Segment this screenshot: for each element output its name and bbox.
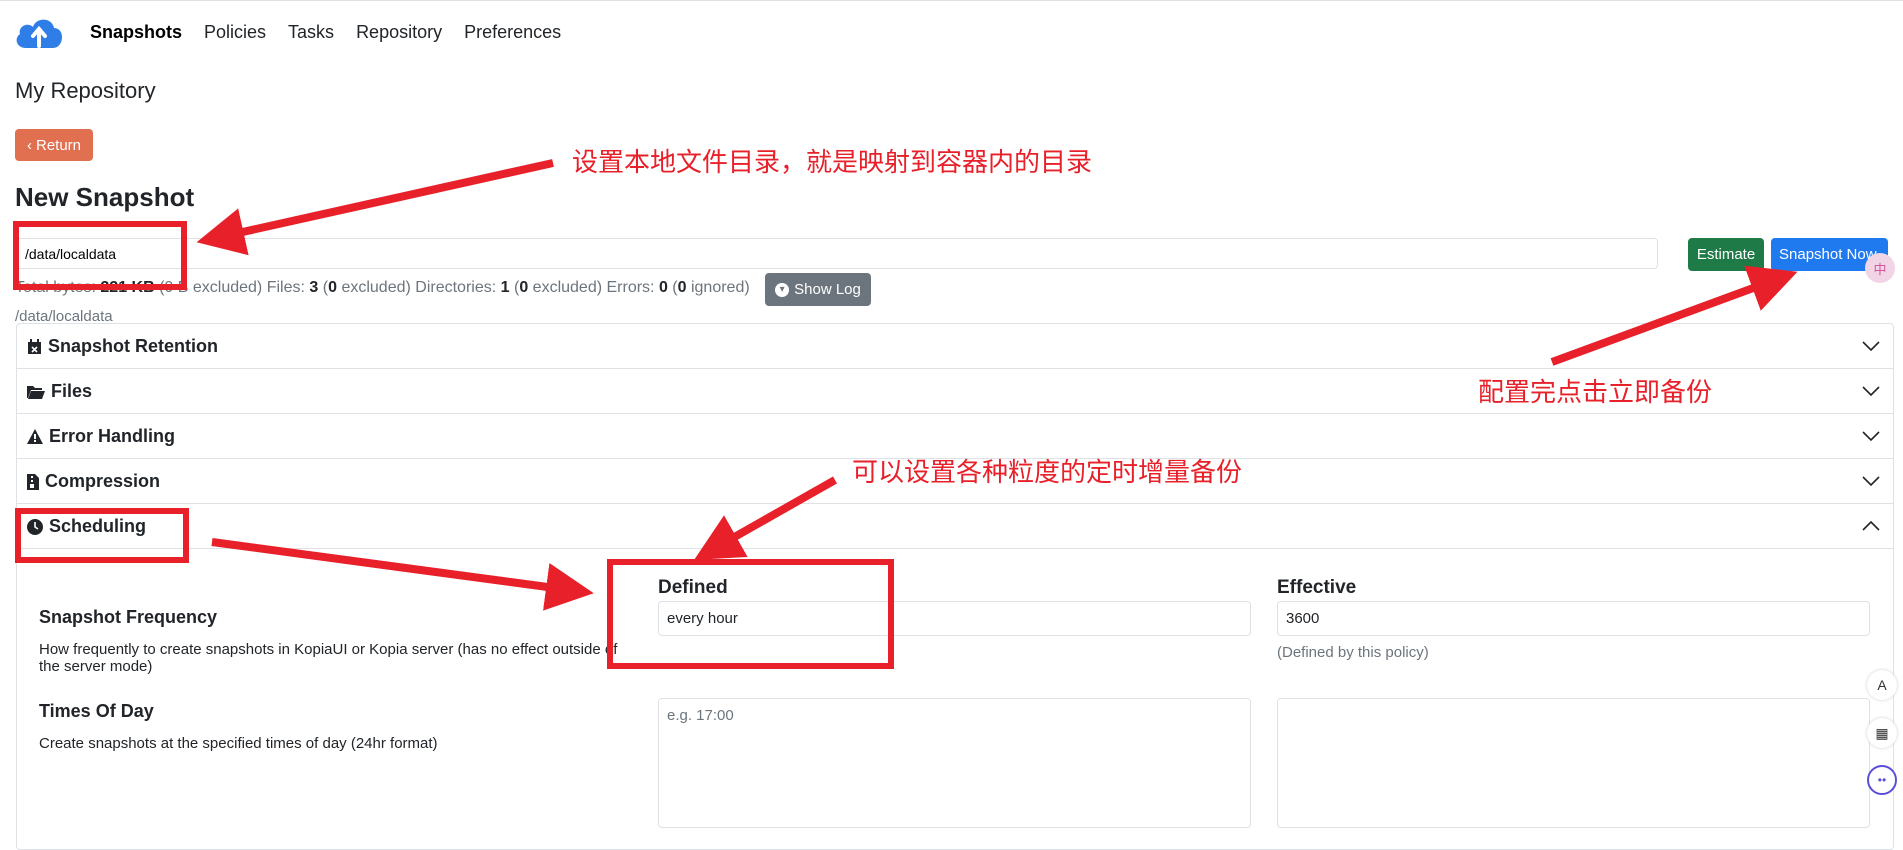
section-snapshot-retention[interactable]: Snapshot Retention bbox=[17, 324, 1893, 369]
files-label: Files: bbox=[266, 279, 305, 296]
arrow-to-path bbox=[196, 159, 554, 256]
section-scheduling[interactable]: Scheduling bbox=[17, 504, 1893, 549]
calendar-icon bbox=[28, 338, 41, 354]
dirs-value: 1 bbox=[500, 279, 510, 296]
return-label: Return bbox=[35, 136, 82, 154]
estimate-button[interactable]: Estimate bbox=[1688, 238, 1764, 271]
times-of-day-effective bbox=[1277, 698, 1870, 828]
scheduling-body: Defined Effective Snapshot Frequency How… bbox=[17, 549, 1893, 849]
chevron-down-icon bbox=[1862, 476, 1880, 487]
frequency-defined-field[interactable]: every hour bbox=[658, 601, 1251, 636]
times-of-day-title: Times Of Day bbox=[39, 701, 154, 721]
annotation-snapshot-note: 配置完点击立即备份 bbox=[1478, 378, 1713, 408]
translate-badge-icon[interactable]: 中 bbox=[1865, 253, 1895, 283]
errors-ignored: 0 bbox=[677, 279, 687, 296]
file-zip-icon bbox=[27, 473, 39, 490]
chevron-down-icon bbox=[1862, 341, 1880, 352]
assistant-icon[interactable]: •• bbox=[1867, 765, 1897, 795]
section-label: Files bbox=[51, 381, 93, 401]
folder-open-icon bbox=[27, 385, 45, 399]
show-log-label: Show Log bbox=[794, 281, 861, 298]
show-log-button[interactable]: ▾ Show Log bbox=[765, 273, 871, 306]
dirs-label: Directories: bbox=[415, 279, 497, 296]
files-excluded: 0 bbox=[328, 279, 337, 296]
clock-icon bbox=[27, 518, 43, 535]
chevron-down-icon bbox=[1862, 431, 1880, 442]
main-nav: Snapshots Policies Tasks Repository Pref… bbox=[90, 22, 561, 43]
times-of-day-input[interactable]: e.g. 17:00 bbox=[658, 698, 1251, 828]
apps-grid-icon[interactable]: ▦ bbox=[1867, 718, 1897, 748]
nav-tasks[interactable]: Tasks bbox=[288, 22, 334, 43]
defined-header: Defined bbox=[658, 577, 728, 598]
warning-icon bbox=[27, 429, 43, 444]
snapshot-path-input[interactable] bbox=[16, 238, 1658, 269]
section-label: Error Handling bbox=[49, 426, 176, 446]
bytes-label: Total bytes: bbox=[15, 279, 96, 296]
nav-snapshots[interactable]: Snapshots bbox=[90, 22, 182, 43]
nav-repository[interactable]: Repository bbox=[356, 22, 442, 43]
errors-value: 0 bbox=[658, 279, 668, 296]
annotation-schedule-note: 可以设置各种粒度的定时增量备份 bbox=[852, 458, 1243, 488]
snapshot-frequency-desc: How frequently to create snapshots in Ko… bbox=[39, 641, 618, 675]
nav-preferences[interactable]: Preferences bbox=[464, 22, 561, 43]
errors-label: Errors: bbox=[606, 279, 655, 296]
section-label: Scheduling bbox=[49, 516, 147, 536]
kopia-logo-icon[interactable] bbox=[12, 14, 66, 50]
top-border bbox=[0, 0, 1903, 1]
bytes-value: 221 KB bbox=[100, 279, 155, 296]
annotation-path-note: 设置本地文件目录，就是映射到容器内的目录 bbox=[572, 148, 1093, 178]
bytes-excluded: (0 B excluded) bbox=[159, 279, 263, 296]
effective-header: Effective bbox=[1277, 577, 1357, 598]
estimate-stats: Total bytes: 221 KB (0 B excluded) Files… bbox=[15, 279, 750, 296]
translate-icon[interactable]: A bbox=[1867, 670, 1897, 700]
page-title: New Snapshot bbox=[15, 182, 195, 212]
chevron-down-circle-icon: ▾ bbox=[775, 282, 790, 297]
frequency-effective-field: 3600 bbox=[1277, 601, 1870, 636]
snapshot-frequency-title: Snapshot Frequency bbox=[39, 607, 218, 627]
return-button[interactable]: ‹ Return bbox=[15, 129, 93, 161]
files-value: 3 bbox=[309, 279, 319, 296]
chevron-up-icon bbox=[1862, 520, 1880, 531]
chevron-down-icon bbox=[1862, 386, 1880, 397]
frequency-effective-note: (Defined by this policy) bbox=[1277, 644, 1429, 661]
repository-title: My Repository bbox=[15, 78, 156, 103]
times-of-day-desc: Create snapshots at the specified times … bbox=[39, 735, 438, 752]
nav-policies[interactable]: Policies bbox=[204, 22, 266, 43]
chevron-left-icon: ‹ bbox=[26, 136, 32, 154]
dirs-excluded: 0 bbox=[519, 279, 529, 296]
section-label: Snapshot Retention bbox=[48, 336, 218, 356]
section-label: Compression bbox=[45, 471, 161, 491]
